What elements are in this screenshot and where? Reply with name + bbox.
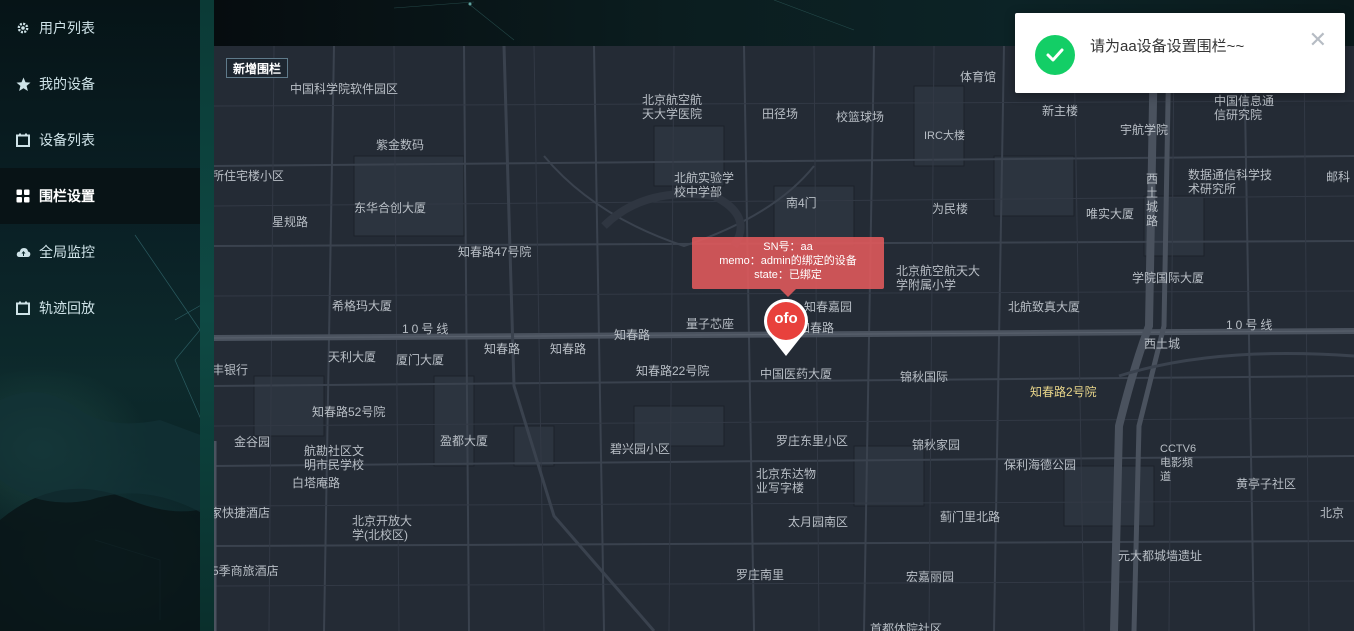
map-label: 北航致真大厦 [1008, 300, 1081, 314]
sidebar-item-label: 围栏设置 [39, 188, 95, 204]
map-label: 碧兴园小区 [610, 442, 671, 456]
map-label: 南4门 [786, 196, 817, 210]
map-label: 紫金数码 [376, 138, 425, 152]
map-label: CCTV6电影频道 [1160, 443, 1197, 483]
map-label: 北航实验学校中学部 [674, 171, 735, 199]
sidebar-item-user-list[interactable]: 用户列表 [0, 0, 200, 56]
map-label: 知春路 [484, 342, 521, 356]
sidebar-item-track-playback[interactable]: 轨迹回放 [0, 280, 200, 336]
map-label: 数据通信科学技术研究所 [1188, 168, 1273, 196]
map-label: 天利大厦 [328, 350, 377, 364]
map-pin-icon [764, 299, 808, 356]
gear-icon [15, 20, 31, 36]
star-icon [15, 76, 31, 92]
sidebar-item-label: 轨迹回放 [39, 300, 95, 316]
map-label: 北京航空航天大学医院 [642, 93, 703, 121]
sidebar-item-global-monitor[interactable]: 全局监控 [0, 224, 200, 280]
map-label: 星规路 [272, 215, 309, 229]
marker-label: ofo [774, 310, 798, 327]
map-label: 罗庄东里小区 [776, 434, 849, 448]
map-label: 5季商旅酒店 [214, 564, 279, 578]
map-label: 10号线 [1226, 318, 1276, 332]
popup-memo: memo：admin的绑定的设备 [719, 255, 857, 267]
map-label: 家快捷酒店 [214, 506, 271, 520]
sidebar-item-my-devices[interactable]: 我的设备 [0, 56, 200, 112]
cloud-upload-icon [15, 244, 31, 260]
map-label: 西土城路 [1146, 172, 1159, 228]
map-label: 所住宅楼小区 [214, 169, 285, 183]
map-label: 体育馆 [960, 70, 997, 84]
map-label: IRC大楼 [924, 130, 965, 142]
popup-state: state：已绑定 [754, 269, 822, 281]
map-label: 西土城 [1144, 337, 1181, 351]
map-label: 锦秋国际 [900, 370, 949, 384]
map-label: 校篮球场 [836, 110, 885, 124]
map-label: 厦门大厦 [396, 353, 445, 367]
map-label: 唯实大厦 [1086, 207, 1135, 221]
sidebar-edge [200, 0, 214, 631]
map-label: 知春路52号院 [312, 405, 386, 419]
sidebar-item-label: 我的设备 [39, 76, 95, 92]
map-label: 知春路 [614, 328, 651, 342]
map-label: 宏嘉丽园 [906, 570, 955, 584]
map-label: 量子芯座 [686, 317, 735, 331]
map-label: 北京航空航天大学附属小学 [896, 264, 981, 292]
sidebar: 用户列表 我的设备 设备列表 围栏设置 全局监控 轨迹回放 [0, 0, 214, 631]
map-label: 北京 [1320, 506, 1345, 520]
map-view[interactable]: 新增围栏 中国科学院软件园区 紫金数码 东华合创大厦 星规路 知春路47号院 希… [214, 46, 1354, 631]
map-label: 太月园南区 [788, 515, 849, 529]
map-label: 罗庄南里 [736, 568, 785, 582]
map-label: 学院国际大厦 [1132, 271, 1205, 285]
map-label: 知春路22号院 [636, 364, 710, 378]
map-label: 航勘社区文明市民学校 [304, 444, 365, 472]
map-label: 北京东达物业写字楼 [756, 467, 817, 495]
device-info-popup: SN号：aa memo：admin的绑定的设备 state：已绑定 [692, 237, 884, 297]
map-label: 黄亭子社区 [1236, 477, 1297, 491]
add-fence-button[interactable]: 新增围栏 [226, 58, 289, 78]
map-label: 北京开放大学(北校区) [352, 514, 413, 542]
map-label: 锦秋家园 [912, 438, 961, 452]
map-label: 宇航学院 [1120, 123, 1169, 137]
map-label: 新主楼 [1042, 104, 1079, 118]
map-label: 10号线 [402, 322, 452, 336]
map-label: 知春嘉园 [804, 300, 853, 314]
calendar-icon [15, 300, 31, 316]
map-label: 知春路 [550, 342, 587, 356]
close-icon[interactable]: ✕ [1309, 29, 1327, 51]
map-label: 丰银行 [214, 363, 249, 377]
map-label: 知春路2号院 [1030, 385, 1097, 399]
map-label: 中国医药大厦 [760, 367, 833, 381]
map-label: 知春路47号院 [458, 245, 532, 259]
sidebar-item-label: 用户列表 [39, 20, 95, 36]
popup-sn: SN号：aa [763, 241, 813, 253]
map-label: 白塔庵路 [292, 476, 341, 490]
map-label: 保利海德公园 [1004, 458, 1077, 472]
map-label: 希格玛大厦 [332, 299, 393, 313]
sidebar-item-label: 设备列表 [39, 132, 95, 148]
map-label: 东华合创大厦 [354, 201, 427, 215]
device-marker-pin[interactable]: ofo [763, 299, 809, 357]
calendar-icon [15, 132, 31, 148]
notification-message: 请为aa设备设置围栏~~ [1090, 38, 1245, 55]
map-label: 盈都大厦 [440, 434, 489, 448]
map-label: 中国科学院软件园区 [290, 82, 399, 96]
sidebar-item-device-list[interactable]: 设备列表 [0, 112, 200, 168]
sidebar-item-fence-settings[interactable]: 围栏设置 [0, 168, 200, 224]
success-check-icon [1035, 35, 1075, 75]
grid-icon [15, 188, 31, 204]
map-label: 邮科 [1326, 170, 1351, 184]
map-label: 元大都城墙遗址 [1118, 549, 1203, 563]
map-label: 蓟门里北路 [940, 510, 1001, 524]
notification-toast: 请为aa设备设置围栏~~ ✕ [1015, 13, 1345, 93]
map-label: 首都体院社区 [870, 622, 943, 631]
map-label: 金谷园 [234, 435, 271, 449]
sidebar-item-label: 全局监控 [39, 244, 95, 260]
map-label: 为民楼 [932, 202, 969, 216]
map-label: 田径场 [762, 107, 799, 121]
sidebar-menu: 用户列表 我的设备 设备列表 围栏设置 全局监控 轨迹回放 [0, 0, 200, 336]
map-label: 中国信息通信研究院 [1214, 94, 1275, 122]
